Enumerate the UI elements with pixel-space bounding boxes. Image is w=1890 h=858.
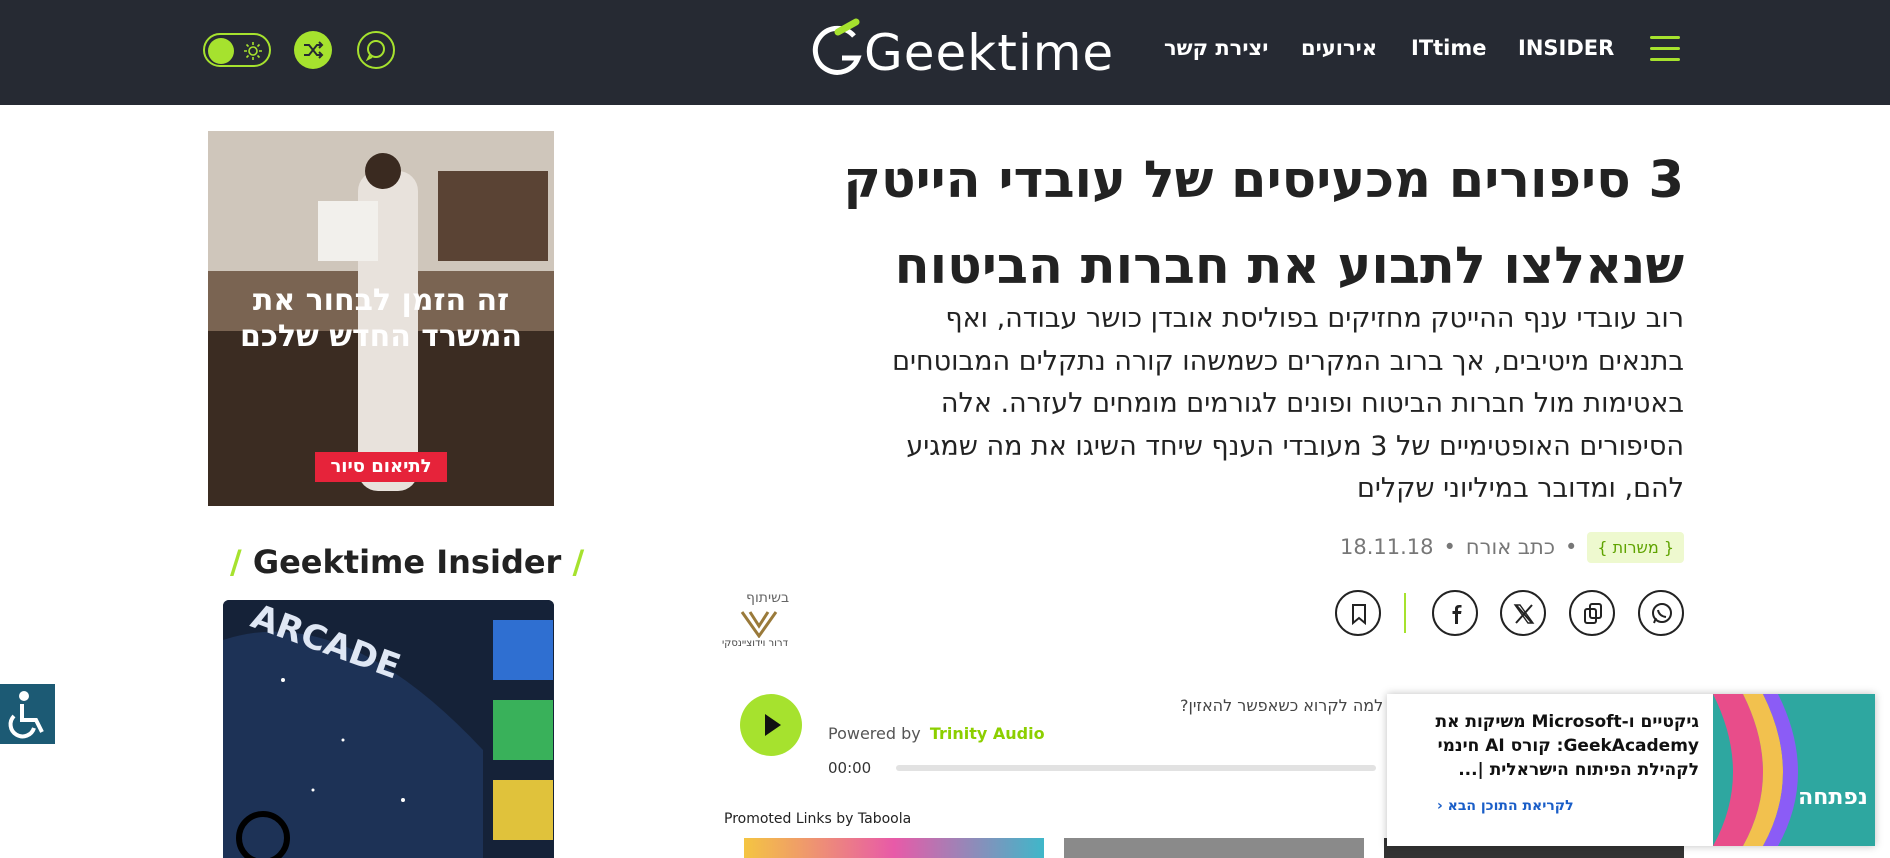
toggle-knob	[208, 38, 234, 64]
article-title: 3 סיפורים מכעיסים של עובדי הייטק שנאלצו …	[784, 138, 1684, 310]
shuffle-icon	[304, 41, 324, 59]
publish-date: 18.11.18	[1340, 535, 1434, 559]
x-icon	[1513, 604, 1535, 624]
ad-headline-line: זה הזמן לבחור את	[252, 283, 510, 318]
subtitle-line: הסיפורים האופטימיים של 3 מעובדי הענף שיח…	[906, 430, 1684, 462]
ad-headline: זה הזמן לבחור את המשרד החדש שלכם	[208, 283, 554, 355]
accessibility-button[interactable]	[0, 684, 55, 744]
meta-separator: •	[1443, 535, 1456, 559]
bookmark-button[interactable]	[1335, 590, 1381, 636]
read-next-label: לקריאת התוכן הבא	[1447, 798, 1574, 814]
partner-logo-icon	[740, 611, 778, 638]
shuffle-button[interactable]	[294, 31, 332, 69]
subtitle-line: בתנאים מיטיבים, אך ברוב המקרים כשמשהו קו…	[892, 345, 1684, 377]
partner-name: דרור וידוציינסקי	[722, 638, 789, 649]
accessibility-icon	[8, 691, 44, 739]
partner-badge[interactable]: בשיתוף דרור וידוציינסקי	[720, 590, 800, 662]
insider-image[interactable]: ARCADE	[223, 600, 554, 858]
copy-icon	[1584, 603, 1602, 624]
powered-by-label: Powered by	[828, 724, 921, 743]
ad-cta-button[interactable]: לתיאום סיור	[315, 452, 447, 482]
copy-link-button[interactable]	[1569, 590, 1615, 636]
article-subtitle: רוב עובדי ענף ההייטק מחזיקים בפוליסת אוב…	[724, 298, 1684, 511]
arcade-photo: ARCADE	[223, 600, 554, 858]
sidebar-ad[interactable]: זה הזמן לבחור את המשרד החדש שלכם לתיאום …	[208, 131, 554, 506]
popup-title[interactable]: גיקטיים ו-Microsoft משיקות את GeekAcadem…	[1399, 710, 1699, 782]
article-meta: { משרות } • כתב אורח • 18.11.18	[1340, 529, 1684, 565]
read-next-link[interactable]: לקריאת התוכן הבא ‹	[1437, 798, 1574, 814]
author-name[interactable]: כתב אורח	[1466, 535, 1555, 559]
partner-label: בשיתוף	[746, 590, 790, 606]
audio-player: למה לקרוא כשאפשר להאזין? Powered by Trin…	[738, 692, 1383, 777]
sun-icon	[244, 42, 262, 60]
popup-graphic: נפתחה	[1713, 694, 1875, 846]
bookmark-icon	[1352, 604, 1366, 626]
geektime-logo[interactable]: Geektime	[808, 18, 1113, 82]
whatsapp-share-button[interactable]	[1638, 590, 1684, 636]
popup-image-text: נפתחה	[1798, 785, 1868, 810]
menu-icon[interactable]	[1650, 36, 1680, 62]
facebook-icon	[1452, 605, 1462, 624]
audio-time: 00:00	[828, 759, 872, 777]
subtitle-line: באטימות מול חברות הביטוח ופונים לגורמים …	[940, 388, 1684, 419]
search-icon	[365, 40, 385, 62]
search-button[interactable]	[357, 31, 395, 69]
nav-events[interactable]: אירועים	[1301, 36, 1377, 60]
meta-separator: •	[1564, 535, 1578, 559]
logo-text: Geektime	[864, 24, 1115, 82]
title-slash: /	[230, 543, 242, 581]
insider-title-text: Geektime Insider	[252, 543, 562, 581]
chevron-left-icon: ‹	[1437, 798, 1443, 814]
category-tag[interactable]: { משרות }	[1587, 531, 1684, 563]
promoted-links-label[interactable]: Promoted Links by Taboola	[724, 811, 911, 827]
promoted-thumbnail[interactable]	[744, 838, 1044, 858]
article-title-line: 3 סיפורים מכעיסים של עובדי הייטק	[843, 151, 1684, 210]
x-share-button[interactable]	[1500, 590, 1546, 636]
title-slash: /	[572, 543, 585, 581]
whatsapp-icon	[1652, 603, 1672, 624]
play-button[interactable]	[740, 694, 802, 756]
subtitle-line: להם, ומדובר במיליוני שקלים	[1356, 473, 1684, 504]
nav-ittime[interactable]: ITtime	[1411, 36, 1487, 60]
promoted-thumbnail[interactable]	[1064, 838, 1364, 858]
theme-toggle[interactable]	[203, 33, 271, 67]
top-navigation-bar: INSIDER ITtime אירועים יצירת קשר Geektim…	[0, 0, 1890, 105]
popup-image: נפתחה	[1713, 694, 1875, 846]
audio-prompt: למה לקרוא כשאפשר להאזין?	[1180, 696, 1384, 715]
nav-insider[interactable]: INSIDER	[1518, 36, 1614, 60]
facebook-share-button[interactable]	[1432, 590, 1478, 636]
ad-headline-line: המשרד החדש שלכם	[239, 319, 523, 354]
audio-progress-track[interactable]	[896, 765, 1376, 771]
next-article-popup[interactable]: נפתחה גיקטיים ו-Microsoft משיקות את Geek…	[1387, 694, 1875, 846]
subtitle-line: רוב עובדי ענף ההייטק מחזיקים בפוליסת אוב…	[945, 303, 1684, 334]
powered-by[interactable]: Powered by Trinity Audio	[828, 724, 1045, 743]
nav-contact[interactable]: יצירת קשר	[1164, 36, 1268, 60]
insider-section-title[interactable]: / Geektime Insider /	[230, 543, 584, 581]
trinity-audio-brand: Trinity Audio	[929, 724, 1045, 743]
share-divider	[1404, 593, 1406, 633]
